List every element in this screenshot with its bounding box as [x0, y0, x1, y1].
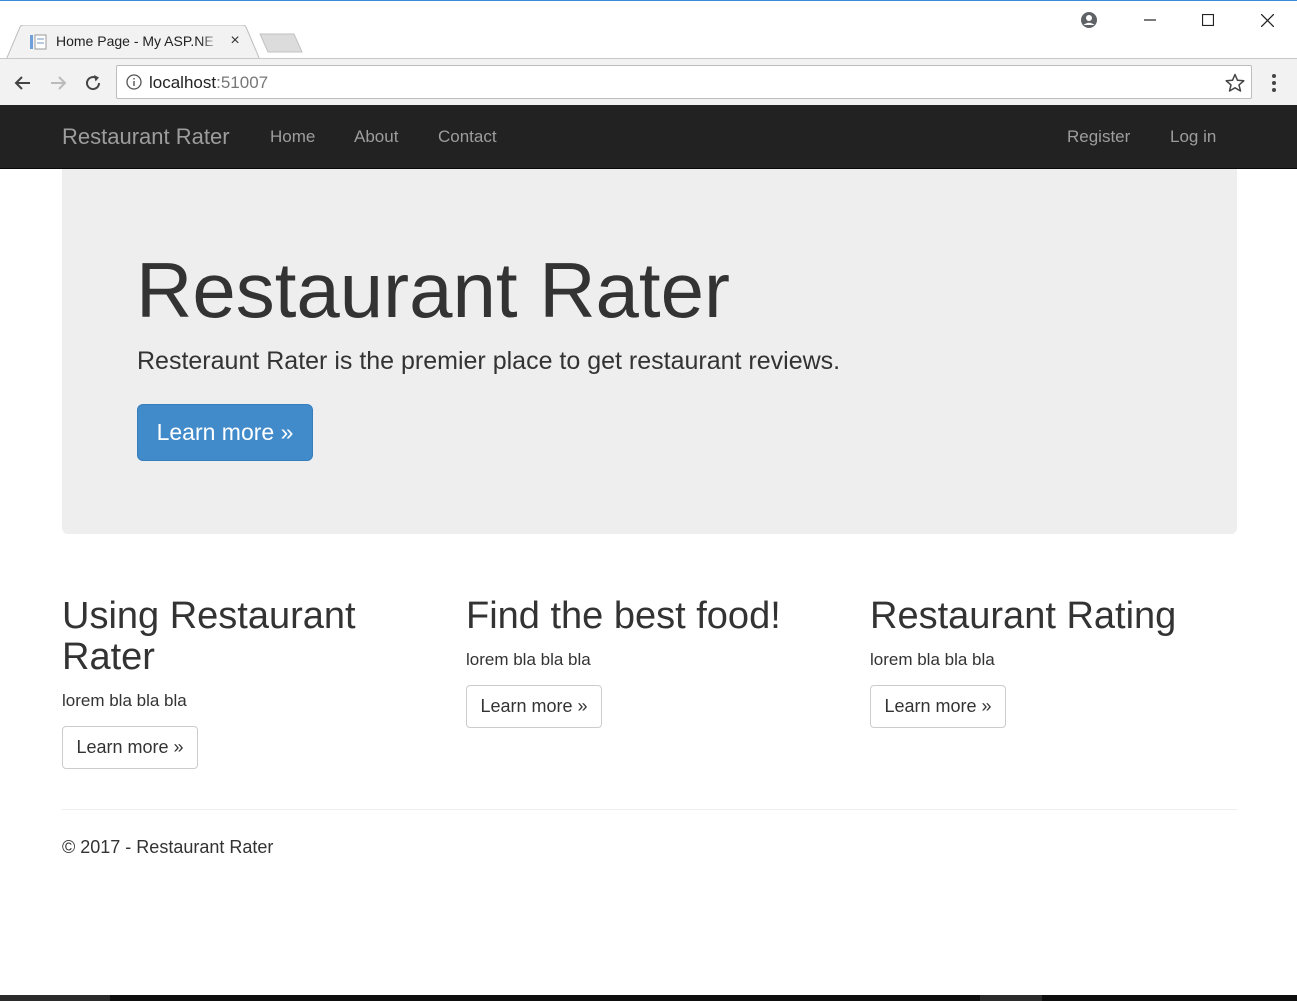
minimize-icon[interactable]: [1130, 7, 1170, 33]
column-text: lorem bla bla bla: [62, 691, 187, 710]
address-bar[interactable]: localhost:51007: [116, 65, 1252, 99]
maximize-icon[interactable]: [1188, 7, 1228, 33]
column-text: lorem bla bla bla: [466, 650, 591, 669]
bottom-edge-segment: [1042, 995, 1297, 1001]
browser-menu-icon[interactable]: [1266, 72, 1282, 94]
column-learn-more-button[interactable]: Learn more »: [62, 726, 198, 769]
tab-title-fade: [200, 31, 220, 51]
nav-link-register[interactable]: Register: [1067, 127, 1130, 147]
footer-divider: [62, 809, 1237, 810]
tab-strip: Home Page - My ASP.NE ×: [0, 1, 1297, 60]
feature-column-1: Using Restaurant Rater lorem bla bla bla…: [62, 596, 442, 769]
feature-column-2: Find the best food! lorem bla bla bla Le…: [466, 596, 846, 728]
account-icon[interactable]: [1069, 7, 1109, 33]
site-navbar: Restaurant Rater Home About Contact Regi…: [0, 105, 1297, 169]
new-tab-button[interactable]: [258, 32, 304, 54]
close-window-icon[interactable]: [1247, 7, 1287, 33]
nav-link-home[interactable]: Home: [270, 127, 315, 147]
jumbotron-lead: Resteraunt Rater is the premier place to…: [137, 347, 841, 375]
browser-toolbar: localhost:51007: [0, 58, 1297, 105]
footer-copyright: © 2017 - Restaurant Rater: [62, 837, 274, 857]
jumbotron: Restaurant Rater Resteraunt Rater is the…: [62, 169, 1237, 534]
info-icon[interactable]: [126, 74, 142, 90]
back-arrow-icon[interactable]: [10, 70, 36, 96]
browser-chrome: Home Page - My ASP.NE × localhost:51007: [0, 0, 1297, 105]
bottom-edge-segment: [110, 995, 980, 1001]
column-heading: Find the best food!: [466, 595, 781, 637]
forward-arrow-icon[interactable]: [45, 70, 71, 96]
bookmark-star-icon[interactable]: [1225, 73, 1245, 93]
url-host: localhost: [149, 73, 217, 92]
column-learn-more-button[interactable]: Learn more »: [466, 685, 602, 728]
page-icon: [30, 34, 47, 50]
nav-link-about[interactable]: About: [354, 127, 398, 147]
tab-close-icon[interactable]: ×: [227, 32, 243, 50]
nav-link-login[interactable]: Log in: [1170, 127, 1216, 147]
jumbotron-learn-more-button[interactable]: Learn more »: [137, 404, 313, 461]
nav-link-contact[interactable]: Contact: [438, 127, 497, 147]
jumbotron-title: Restaurant Rater: [136, 246, 730, 334]
navbar-brand[interactable]: Restaurant Rater: [62, 124, 230, 150]
tab-title: Home Page - My ASP.NE: [56, 33, 214, 49]
column-heading: Using Restaurant Rater: [62, 595, 356, 678]
feature-column-3: Restaurant Rating lorem bla bla bla Lear…: [870, 596, 1250, 728]
column-learn-more-button[interactable]: Learn more »: [870, 685, 1006, 728]
column-text: lorem bla bla bla: [870, 650, 995, 669]
url-text[interactable]: localhost:51007: [149, 73, 268, 93]
url-port: :51007: [216, 73, 269, 92]
column-heading: Restaurant Rating: [870, 595, 1177, 637]
reload-icon[interactable]: [80, 70, 106, 96]
